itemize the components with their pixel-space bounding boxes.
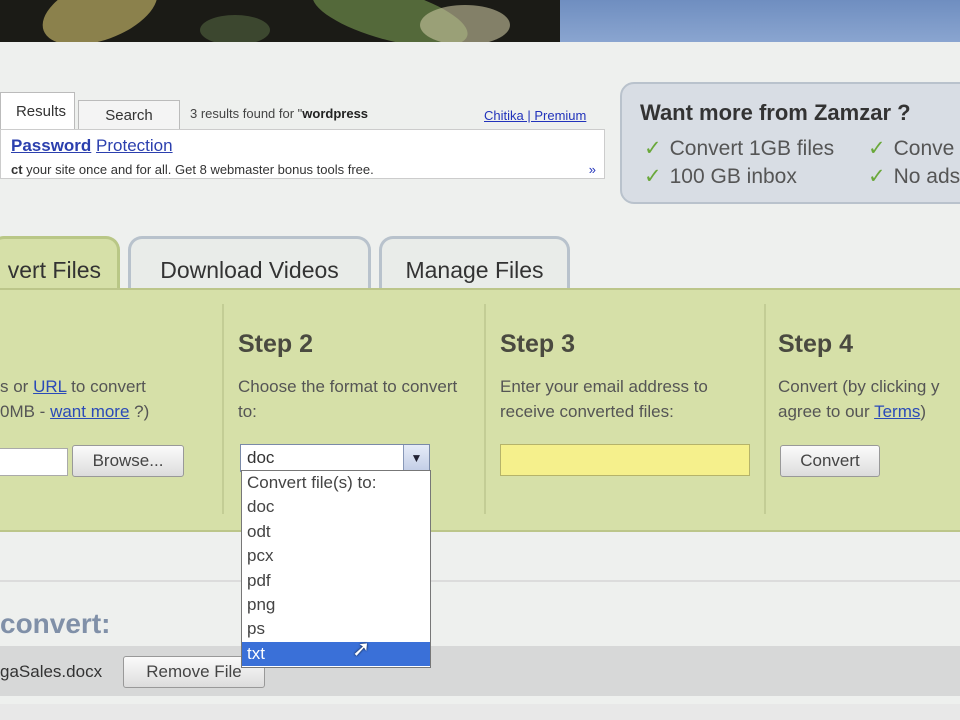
- tab-manage-files[interactable]: Manage Files: [379, 236, 570, 290]
- format-select-value: doc: [247, 448, 275, 467]
- url-link[interactable]: URL: [33, 377, 66, 396]
- result-title-bold: Password: [11, 136, 92, 155]
- step1-text-mid: to convert: [66, 377, 146, 396]
- tab-convert-files[interactable]: vert Files: [0, 236, 120, 292]
- step4-line2-post: ): [920, 402, 927, 421]
- format-select[interactable]: doc ▼: [240, 444, 430, 472]
- promo-item-label: 100 GB inbox: [669, 165, 797, 188]
- format-dropdown-list[interactable]: Convert file(s) to: doc odt pcx pdf png …: [241, 470, 431, 668]
- promo-item: ✓ Convert 1GB files: [644, 136, 834, 161]
- file-name: gaSales.docx: [0, 662, 103, 681]
- dropdown-option[interactable]: doc: [242, 495, 430, 519]
- promo-item-label: Conve: [893, 137, 955, 160]
- converter-panel: s or URL to convert 0MB - want more ?) B…: [0, 288, 960, 532]
- email-field[interactable]: [500, 444, 750, 476]
- promo-item-label: Convert 1GB files: [669, 137, 835, 160]
- step1-text-pre: s or: [0, 377, 34, 396]
- dropdown-option[interactable]: Convert file(s) to:: [242, 471, 430, 495]
- step4-text-pre: Convert (by clicking y: [778, 377, 940, 396]
- results-count: 3 results found for "wordpress: [190, 106, 368, 121]
- tab-download-videos[interactable]: Download Videos: [128, 236, 371, 290]
- step1-line2-post: ?): [129, 402, 150, 421]
- header-photo-banner: [0, 0, 960, 42]
- dropdown-option[interactable]: png: [242, 593, 430, 617]
- check-icon: ✓: [644, 137, 662, 160]
- step-divider: [222, 304, 224, 514]
- result-description: ct your site once and for all. Get 8 web…: [11, 162, 374, 177]
- browse-button[interactable]: Browse...: [72, 445, 184, 477]
- banner-leaf-shape: [420, 5, 510, 42]
- step4-title: Step 4: [778, 330, 854, 358]
- terms-link[interactable]: Terms: [874, 402, 920, 421]
- promo-item-label: No ads: [893, 165, 960, 188]
- step3-text: Enter your email address to receive conv…: [500, 377, 708, 421]
- check-icon: ✓: [644, 165, 662, 188]
- check-icon: ✓: [868, 165, 886, 188]
- step2-title: Step 2: [238, 330, 314, 358]
- result-desc-bold: ct: [11, 162, 23, 177]
- step2-text: Choose the format to convert to:: [238, 377, 458, 421]
- step-divider: [764, 304, 766, 514]
- step3-title: Step 3: [500, 330, 576, 358]
- promo-item: ✓ Conve: [868, 136, 954, 161]
- promo-item: ✓ 100 GB inbox: [644, 164, 797, 189]
- dropdown-option[interactable]: pcx: [242, 544, 430, 568]
- step4-line2-pre: agree to our: [778, 402, 875, 421]
- dropdown-option-highlighted[interactable]: txt: [242, 641, 430, 667]
- dropdown-option[interactable]: odt: [242, 520, 430, 544]
- step1-text: s or URL to convert 0MB - want more ?): [0, 374, 220, 424]
- convert-button[interactable]: Convert: [780, 445, 880, 477]
- step-divider: [484, 304, 486, 514]
- section-divider: [0, 580, 960, 582]
- mouse-cursor-icon: ➚: [352, 636, 371, 661]
- zamzar-promo-box[interactable]: Want more from Zamzar ? ✓ Convert 1GB fil…: [620, 82, 960, 204]
- check-icon: ✓: [868, 137, 886, 160]
- banner-leaf-shape: [33, 0, 167, 42]
- banner-leaf-shape: [200, 15, 270, 42]
- bottom-strip: [0, 704, 960, 720]
- result-title-link[interactable]: Password Protection: [11, 136, 173, 156]
- result-desc-rest: your site once and for all. Get 8 webmas…: [22, 162, 374, 177]
- results-query: wordpress: [302, 106, 369, 121]
- chevron-down-icon[interactable]: ▼: [403, 445, 429, 471]
- step4-text: Convert (by clicking y agree to our Term…: [778, 374, 960, 424]
- files-to-convert-heading: convert:: [0, 608, 111, 639]
- step1-line2-pre: 0MB -: [0, 402, 51, 421]
- premium-link[interactable]: Chitika | Premium: [484, 108, 586, 123]
- result-title-rest: Protection: [96, 136, 173, 155]
- result-more-link[interactable]: »: [589, 162, 596, 177]
- want-more-link[interactable]: want more: [50, 402, 129, 421]
- dropdown-option[interactable]: pdf: [242, 569, 430, 593]
- tab-search[interactable]: Search: [78, 100, 180, 130]
- dropdown-option[interactable]: ps: [242, 617, 430, 641]
- tab-results[interactable]: Results: [0, 92, 75, 130]
- banner-sky: [560, 0, 960, 42]
- results-count-prefix: 3 results found for ": [190, 106, 303, 121]
- file-path-input[interactable]: [0, 448, 68, 476]
- promo-item: ✓ No ads: [868, 164, 960, 189]
- search-result-box: Password Protection ct your site once an…: [0, 129, 605, 179]
- promo-title: Want more from Zamzar ?: [640, 100, 911, 125]
